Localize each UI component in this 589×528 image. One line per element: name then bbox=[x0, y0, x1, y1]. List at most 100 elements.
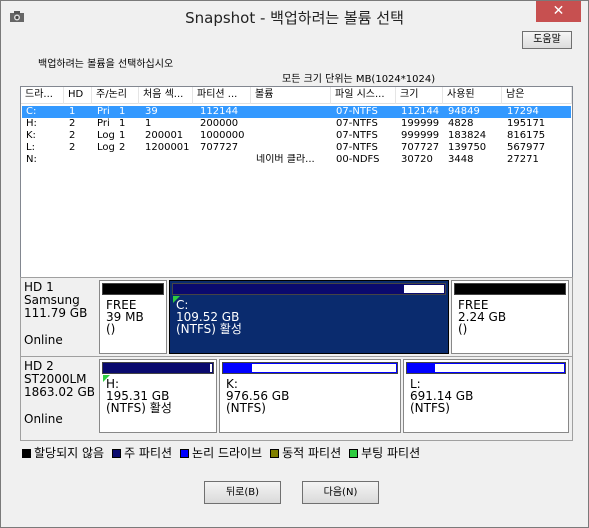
cell-type: Log bbox=[97, 130, 115, 141]
legend-swatch bbox=[270, 449, 280, 458]
cell-drive: H: bbox=[26, 118, 37, 129]
cell-size: 199999 bbox=[401, 118, 440, 129]
legend-item: 주 파티션 bbox=[112, 444, 172, 461]
legend-label: 주 파티션 bbox=[124, 446, 173, 460]
partition-usage-bar bbox=[406, 362, 566, 374]
cell-vol: 네이버 클라... bbox=[256, 154, 315, 165]
volume-row[interactable]: N: 네이버 클라... 00-NDFS 30720 3448 27271 bbox=[22, 154, 571, 166]
partition-usage-bar bbox=[102, 283, 164, 295]
cell-drive: N: bbox=[26, 154, 37, 165]
back-button[interactable]: 뒤로(B) bbox=[204, 481, 281, 504]
cell-fs: 07-NTFS bbox=[336, 142, 378, 153]
disk-status: Online bbox=[24, 413, 63, 426]
column-header[interactable]: 크기 bbox=[396, 87, 443, 104]
partition-info: FREE 2.24 GB () bbox=[458, 298, 507, 336]
column-header[interactable]: 남은 bbox=[502, 87, 572, 104]
dialog-client-area: 도움말 백업하려는 볼륨을 선택하십시오 모든 크기 단위는 MB(1024*1… bbox=[8, 31, 581, 522]
partition-free-fill bbox=[403, 285, 444, 293]
partition-block[interactable]: FREE 2.24 GB () bbox=[451, 280, 569, 354]
cell-part: 707727 bbox=[200, 142, 239, 153]
cell-part: 112144 bbox=[200, 106, 239, 117]
legend-label: 부팅 파티션 bbox=[361, 446, 421, 460]
cell-free: 195171 bbox=[507, 118, 546, 129]
cell-size: 112144 bbox=[401, 106, 440, 117]
column-header[interactable]: 파일 시스... bbox=[331, 87, 396, 104]
cell-used: 183824 bbox=[448, 130, 487, 141]
volume-row[interactable]: K: 2 Log 1 200001 1000000 07-NTFS 999999 183824 8… bbox=[22, 130, 571, 142]
help-button[interactable]: 도움말 bbox=[522, 31, 572, 49]
cell-hd: 2 bbox=[69, 130, 76, 141]
cell-used: 94849 bbox=[448, 106, 480, 117]
partition-block[interactable]: C: 109.52 GB (NTFS) 활성 bbox=[169, 280, 449, 354]
partition-block[interactable]: FREE 39 MB () bbox=[99, 280, 167, 354]
cell-size: 707727 bbox=[401, 142, 440, 153]
cell-drive: L: bbox=[26, 142, 35, 153]
volume-row[interactable]: C: 1 Pri 1 39 112144 07-NTFS 112144 94849 17294 bbox=[22, 106, 571, 118]
close-button[interactable]: ✕ bbox=[536, 1, 581, 22]
volume-list-header: 드라... HD 주/논리 처음 섹... 파티션 ... 볼륨 파일 시스... 크기 사용된… bbox=[21, 87, 572, 104]
cell-free: 816175 bbox=[507, 130, 546, 141]
cell-drive: C: bbox=[26, 106, 37, 117]
disk-map-panel: HD 1 Samsung 111.79 GB Online FREE 39 MB (… bbox=[20, 277, 573, 441]
volume-row[interactable]: H: 2 Pri 1 1 200000 07-NTFS 199999 4828 195171 bbox=[22, 118, 571, 130]
cell-free: 17294 bbox=[507, 106, 539, 117]
size-unit-note: 모든 크기 단위는 MB(1024*1024) bbox=[282, 74, 436, 85]
disk-label: HD 1 Samsung 111.79 GB bbox=[24, 281, 88, 320]
window-title: Snapshot - 백업하려는 볼륨 선택 bbox=[185, 9, 404, 27]
column-header[interactable]: HD bbox=[64, 87, 92, 104]
cell-hd: 2 bbox=[69, 118, 76, 129]
snapshot-window: Snapshot - 백업하려는 볼륨 선택 ✕ 도움말 백업하려는 볼륨을 선… bbox=[0, 0, 589, 528]
cell-fs: 07-NTFS bbox=[336, 130, 378, 141]
cell-start: 39 bbox=[145, 106, 158, 117]
legend-label: 할당되지 않음 bbox=[34, 446, 105, 460]
close-icon: ✕ bbox=[552, 3, 565, 19]
legend-swatch bbox=[180, 449, 190, 458]
disk-status: Online bbox=[24, 334, 63, 347]
cell-used: 139750 bbox=[448, 142, 487, 153]
legend-item: 동적 파티션 bbox=[270, 444, 341, 461]
cell-part: 1000000 bbox=[200, 130, 245, 141]
legend-swatch bbox=[349, 449, 359, 458]
legend-label: 동적 파티션 bbox=[282, 446, 342, 460]
legend-item: 부팅 파티션 bbox=[349, 444, 420, 461]
cell-start: 200001 bbox=[145, 130, 184, 141]
partition-block[interactable]: L: 691.14 GB (NTFS) bbox=[403, 359, 569, 433]
legend-item: 할당되지 않음 bbox=[22, 444, 104, 461]
legend-label: 논리 드라이브 bbox=[192, 446, 263, 460]
cell-free: 27271 bbox=[507, 154, 539, 165]
column-header[interactable]: 주/논리 bbox=[92, 87, 139, 104]
instruction-text: 백업하려는 볼륨을 선택하십시오 bbox=[38, 59, 174, 70]
cell-fs: 07-NTFS bbox=[336, 106, 378, 117]
column-header[interactable]: 처음 섹... bbox=[139, 87, 193, 104]
partition-info: C: 109.52 GB (NTFS) 활성 bbox=[176, 298, 242, 336]
volume-row[interactable]: L: 2 Log 2 1200001 707727 07-NTFS 707727 139750 5… bbox=[22, 142, 571, 154]
column-header[interactable]: 파티션 ... bbox=[193, 87, 251, 104]
cell-num: 2 bbox=[119, 142, 126, 153]
title-bar: Snapshot - 백업하려는 볼륨 선택 ✕ bbox=[1, 1, 588, 31]
column-header[interactable]: 사용된 bbox=[443, 87, 502, 104]
partition-usage-bar bbox=[454, 283, 566, 295]
partition-block[interactable]: K: 976.56 GB (NTFS) bbox=[219, 359, 401, 433]
cell-num: 1 bbox=[119, 106, 126, 117]
cell-type: Pri bbox=[97, 118, 110, 129]
disk-label: HD 2 ST2000LM 1863.02 GB bbox=[24, 360, 94, 399]
next-button[interactable]: 다음(N) bbox=[302, 481, 379, 504]
partition-block[interactable]: H: 195.31 GB (NTFS) 활성 bbox=[99, 359, 217, 433]
partition-info: FREE 39 MB () bbox=[106, 298, 144, 336]
cell-fs: 00-NDFS bbox=[336, 154, 380, 165]
cell-part: 200000 bbox=[200, 118, 239, 129]
cell-hd: 1 bbox=[69, 106, 76, 117]
volume-list[interactable]: 드라... HD 주/논리 처음 섹... 파티션 ... 볼륨 파일 시스... 크기 사용된… bbox=[20, 86, 573, 292]
partition-usage-bar bbox=[172, 283, 446, 295]
partition-info: K: 976.56 GB (NTFS) bbox=[226, 377, 290, 415]
column-header[interactable]: 드라... bbox=[21, 87, 64, 104]
partition-info: H: 195.31 GB (NTFS) 활성 bbox=[106, 377, 172, 415]
cell-start: 1 bbox=[145, 118, 152, 129]
partition-free-fill bbox=[251, 364, 396, 372]
cell-num: 1 bbox=[119, 130, 126, 141]
partition-free-fill bbox=[434, 364, 564, 372]
cell-type: Pri bbox=[97, 106, 110, 117]
column-header[interactable]: 볼륨 bbox=[251, 87, 331, 104]
legend-swatch bbox=[112, 449, 122, 458]
cell-num: 1 bbox=[119, 118, 126, 129]
